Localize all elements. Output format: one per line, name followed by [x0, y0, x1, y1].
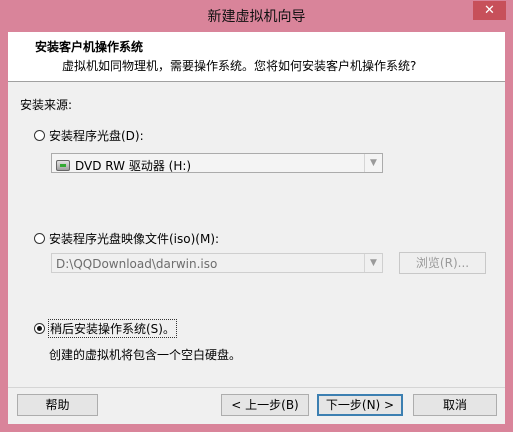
disc-drive-text: DVD RW 驱动器 (H:): [75, 159, 192, 173]
wizard-window: 新建虚拟机向导 ✕ 安装客户机操作系统 虚拟机如同物理机，需要操作系统。您将如何…: [0, 0, 513, 432]
radio-installer-disc[interactable]: 安装程序光盘(D):: [34, 127, 144, 144]
close-icon: ✕: [484, 3, 495, 18]
disc-drive-select[interactable]: DVD RW 驱动器 (H:) ▼: [51, 153, 383, 173]
install-later-description: 创建的虚拟机将包含一个空白硬盘。: [49, 348, 242, 362]
disc-drive-value: DVD RW 驱动器 (H:): [56, 157, 191, 174]
install-source-label: 安装来源:: [20, 98, 73, 112]
help-button[interactable]: 帮助: [17, 394, 98, 416]
dvd-drive-icon: [56, 160, 70, 171]
chevron-down-icon[interactable]: ▼: [364, 254, 382, 272]
back-button[interactable]: < 上一步(B): [221, 394, 309, 416]
cancel-button[interactable]: 取消: [413, 394, 497, 416]
page-title: 安装客户机操作系统: [35, 40, 144, 54]
close-button[interactable]: ✕: [473, 1, 506, 20]
radio-install-later[interactable]: 稍后安装操作系统(S)。: [34, 319, 177, 338]
radio-button[interactable]: [34, 233, 45, 244]
radio-installer-disc-label: 安装程序光盘(D):: [49, 129, 144, 143]
wizard-body: 安装客户机操作系统 虚拟机如同物理机，需要操作系统。您将如何安装客户机操作系统?…: [8, 32, 505, 424]
radio-install-later-label: 稍后安装操作系统(S)。: [48, 319, 177, 338]
iso-path-value: D:\QQDownload\darwin.iso: [56, 257, 218, 271]
chevron-down-icon[interactable]: ▼: [364, 154, 382, 172]
iso-path-combobox[interactable]: D:\QQDownload\darwin.iso ▼: [51, 253, 383, 273]
page-subtitle: 虚拟机如同物理机，需要操作系统。您将如何安装客户机操作系统?: [62, 59, 417, 73]
browse-button[interactable]: 浏览(R)...: [399, 252, 486, 274]
radio-button-selected[interactable]: [34, 323, 45, 334]
title-bar: 新建虚拟机向导 ✕: [0, 0, 513, 32]
footer-divider: [8, 387, 505, 388]
next-button[interactable]: 下一步(N) >: [317, 394, 403, 416]
radio-button[interactable]: [34, 130, 45, 141]
radio-iso-image-label: 安装程序光盘映像文件(iso)(M):: [49, 232, 220, 246]
radio-iso-image[interactable]: 安装程序光盘映像文件(iso)(M):: [34, 230, 219, 247]
wizard-header: 安装客户机操作系统 虚拟机如同物理机，需要操作系统。您将如何安装客户机操作系统?: [8, 32, 505, 82]
window-title: 新建虚拟机向导: [207, 9, 306, 25]
